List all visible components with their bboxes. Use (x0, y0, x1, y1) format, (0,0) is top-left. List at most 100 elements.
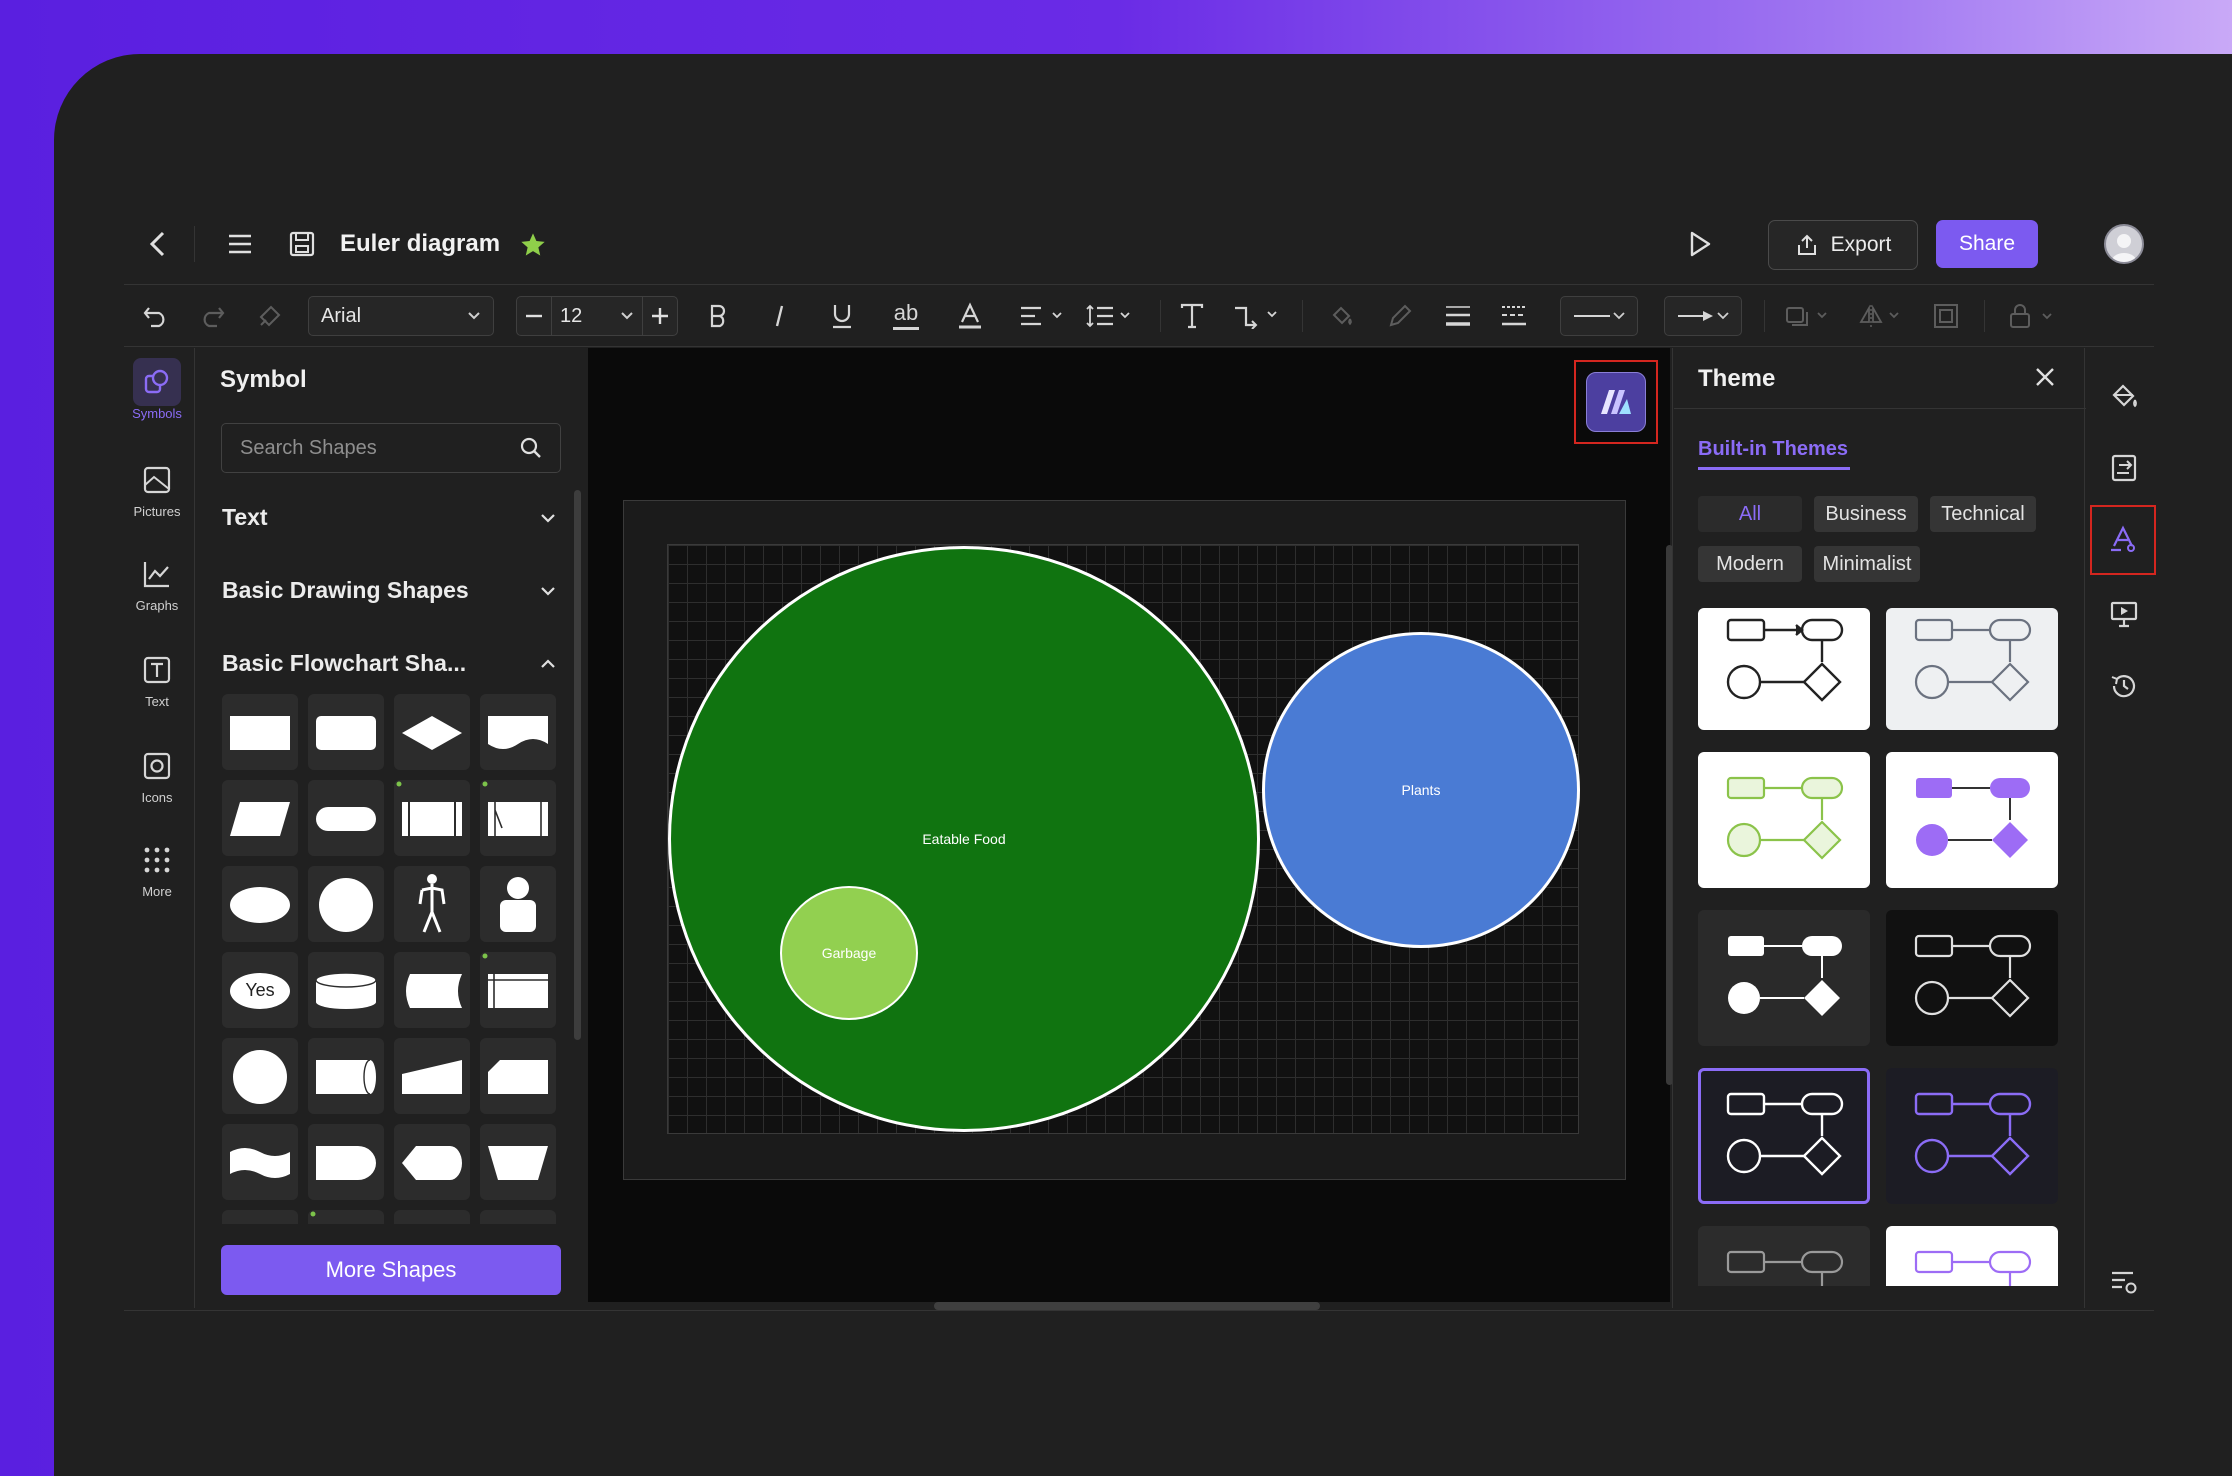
canvas-horizontal-scrollbar[interactable] (934, 1302, 1320, 1310)
shape-manual-input[interactable] (394, 1038, 470, 1114)
shape-eatable-food[interactable]: Eatable Food (668, 546, 1260, 1132)
more-shapes-button[interactable]: More Shapes (221, 1245, 561, 1295)
text-tool-icon[interactable] (1172, 296, 1212, 336)
shape-plants[interactable]: Plants (1262, 632, 1580, 948)
shape-decision[interactable] (394, 694, 470, 770)
share-button[interactable]: Share (1936, 220, 2038, 268)
shape-display[interactable] (394, 1124, 470, 1200)
undo-icon[interactable] (136, 296, 176, 336)
filter-modern[interactable]: Modern (1698, 546, 1802, 582)
shape-predefined-process[interactable] (394, 780, 470, 856)
theme-icon[interactable] (2090, 505, 2156, 575)
close-icon[interactable] (2030, 362, 2060, 392)
shape-tape[interactable] (222, 1124, 298, 1200)
section-text[interactable]: Text (222, 504, 556, 531)
document-title[interactable]: Euler diagram (340, 230, 500, 258)
shadow-icon[interactable] (1782, 296, 1834, 336)
tab-built-in-themes[interactable]: Built-in Themes (1698, 438, 1848, 461)
history-icon[interactable] (2098, 660, 2150, 712)
dash-style-icon[interactable] (1494, 296, 1534, 336)
theme-card[interactable] (1886, 608, 2058, 730)
arrow-style-select[interactable] (1664, 296, 1742, 336)
bold-icon[interactable] (698, 296, 738, 336)
shape-more-1[interactable] (222, 1210, 298, 1224)
shape-yes-oval[interactable]: Yes (222, 952, 298, 1028)
shape-actor[interactable] (394, 866, 470, 942)
line-style-select[interactable] (1560, 296, 1638, 336)
font-size-field[interactable]: 12 (551, 297, 643, 335)
theme-card[interactable] (1886, 752, 2058, 888)
connector-icon[interactable] (1230, 296, 1286, 336)
theme-card[interactable] (1698, 752, 1870, 888)
shape-garbage[interactable]: Garbage (780, 886, 918, 1020)
search-icon[interactable] (520, 437, 542, 459)
filter-technical[interactable]: Technical (1930, 496, 2036, 532)
shape-cylinder[interactable] (308, 952, 384, 1028)
italic-icon[interactable] (760, 296, 800, 336)
shape-person[interactable] (480, 866, 556, 942)
menu-icon[interactable] (220, 224, 260, 264)
flip-icon[interactable] (1856, 296, 1908, 336)
shape-circle[interactable] (308, 866, 384, 942)
shape-internal-storage[interactable] (480, 952, 556, 1028)
shape-subprocess[interactable] (480, 780, 556, 856)
settings-list-icon[interactable] (2098, 1256, 2150, 1308)
theme-card-selected[interactable] (1698, 1068, 1870, 1204)
rail-item-icons[interactable]: Icons (124, 742, 190, 805)
align-icon[interactable] (1016, 296, 1068, 336)
theme-card[interactable] (1886, 1226, 2058, 1286)
increase-font-icon[interactable] (643, 307, 677, 325)
shape-document[interactable] (480, 694, 556, 770)
decrease-font-icon[interactable] (517, 314, 551, 318)
shape-more-4[interactable] (480, 1210, 556, 1224)
symbol-panel-scrollbar[interactable] (574, 490, 581, 1040)
theme-card[interactable] (1698, 910, 1870, 1046)
line-spacing-icon[interactable] (1084, 296, 1136, 336)
line-weight-icon[interactable] (1438, 296, 1478, 336)
play-icon[interactable] (1680, 224, 1720, 264)
shape-delay[interactable] (308, 1124, 384, 1200)
shape-direct-data[interactable] (308, 1038, 384, 1114)
font-family-select[interactable]: Arial (308, 296, 494, 336)
font-color-icon[interactable] (950, 296, 990, 336)
underline-icon[interactable] (822, 296, 862, 336)
theme-card[interactable] (1698, 608, 1870, 730)
section-basic-flowchart-shapes[interactable]: Basic Flowchart Sha... (222, 650, 556, 677)
shape-more-2[interactable] (308, 1210, 384, 1224)
group-icon[interactable] (1926, 296, 1966, 336)
strikethrough-button[interactable]: ab (886, 296, 926, 336)
format-painter-icon[interactable] (250, 296, 290, 336)
shape-connector-circle[interactable] (222, 1038, 298, 1114)
shape-ellipse[interactable] (222, 866, 298, 942)
rail-item-symbols[interactable]: Symbols (124, 358, 190, 421)
rail-item-more[interactable]: More (124, 836, 190, 899)
filter-minimalist[interactable]: Minimalist (1814, 546, 1920, 582)
filter-all[interactable]: All (1698, 496, 1802, 532)
page-settings-icon[interactable] (2098, 442, 2150, 494)
save-icon[interactable] (282, 224, 322, 264)
theme-card[interactable] (1886, 1068, 2058, 1204)
section-basic-drawing-shapes[interactable]: Basic Drawing Shapes (222, 577, 556, 604)
avatar[interactable] (2104, 224, 2144, 264)
lock-icon[interactable] (2004, 296, 2064, 336)
redo-icon[interactable] (192, 296, 232, 336)
theme-card[interactable] (1698, 1226, 1870, 1286)
search-input[interactable]: Search Shapes (221, 423, 561, 473)
pen-icon[interactable] (1380, 296, 1420, 336)
rail-item-pictures[interactable]: Pictures (124, 456, 190, 519)
font-size-stepper[interactable]: 12 (516, 296, 678, 336)
theme-card[interactable] (1886, 910, 2058, 1046)
shape-manual-operation[interactable] (480, 1124, 556, 1200)
shape-process[interactable] (222, 694, 298, 770)
shape-terminator[interactable] (308, 780, 384, 856)
ai-assistant-button[interactable] (1574, 360, 1658, 444)
shape-card[interactable] (480, 1038, 556, 1114)
shape-stored-data[interactable] (394, 952, 470, 1028)
shape-more-3[interactable] (394, 1210, 470, 1224)
presentation-icon[interactable] (2098, 588, 2150, 640)
shape-rounded-rectangle[interactable] (308, 694, 384, 770)
style-fill-icon[interactable] (2098, 370, 2150, 422)
rail-item-text[interactable]: Text (124, 646, 190, 709)
rail-item-graphs[interactable]: Graphs (124, 550, 190, 613)
favorite-star-icon[interactable] (516, 228, 550, 262)
